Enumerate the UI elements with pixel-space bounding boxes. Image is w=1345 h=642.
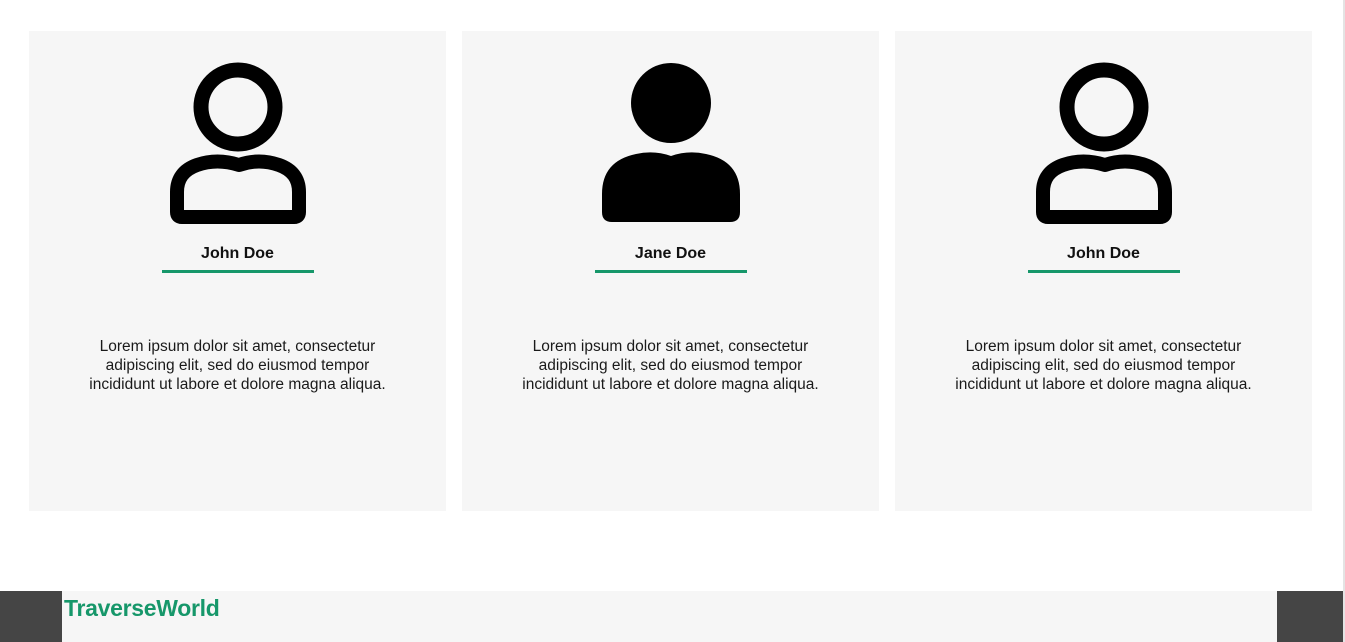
name-underline [594, 270, 747, 273]
footer: TraverseWorld [0, 591, 1343, 642]
footer-inner: TraverseWorld [62, 591, 1277, 642]
user-outline-icon [1033, 62, 1175, 224]
profile-card: John Doe Lorem ipsum dolor sit amet, con… [29, 31, 446, 511]
profile-name: Jane Doe [634, 245, 707, 262]
profile-description: Lorem ipsum dolor sit amet, consectetur … [955, 338, 1252, 393]
profile-cards: John Doe Lorem ipsum dolor sit amet, con… [29, 31, 1312, 511]
user-solid-icon [600, 62, 742, 224]
brand-logo-link[interactable]: TraverseWorld [64, 595, 220, 622]
page: John Doe Lorem ipsum dolor sit amet, con… [0, 0, 1345, 642]
profile-description: Lorem ipsum dolor sit amet, consectetur … [89, 338, 386, 393]
name-underline [1027, 270, 1180, 273]
profile-card: John Doe Lorem ipsum dolor sit amet, con… [895, 31, 1312, 511]
name-underline [161, 270, 314, 273]
profile-name: John Doe [201, 245, 274, 262]
user-outline-icon [167, 62, 309, 224]
profile-card: Jane Doe Lorem ipsum dolor sit amet, con… [462, 31, 879, 511]
profile-name: John Doe [1067, 245, 1140, 262]
profile-description: Lorem ipsum dolor sit amet, consectetur … [522, 338, 819, 393]
